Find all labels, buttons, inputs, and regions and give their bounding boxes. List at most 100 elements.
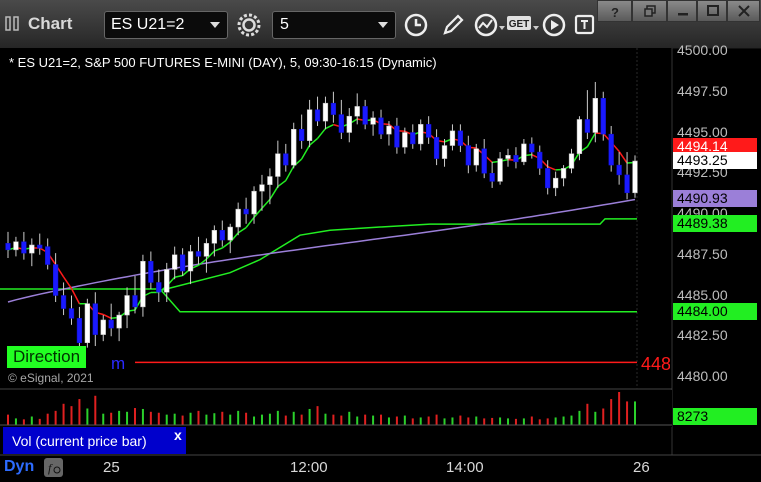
candle-up [236, 209, 241, 227]
fx-button[interactable]: f [44, 458, 63, 477]
candle-down [133, 296, 138, 307]
volume-bar [324, 414, 326, 425]
candle-up [474, 149, 479, 165]
volume-bar [285, 416, 287, 425]
time-template-button[interactable] [402, 10, 432, 40]
candle-down [545, 168, 550, 188]
volume-bar [523, 418, 525, 425]
candle-down [490, 173, 495, 181]
volume-bar [412, 418, 414, 425]
candle-down [625, 175, 630, 193]
candle-up [29, 245, 34, 253]
volume-bar [618, 392, 620, 425]
volume-bar [15, 418, 17, 425]
volume-bar [78, 399, 80, 425]
interval-input[interactable]: 5 [272, 11, 396, 39]
candle-up [204, 243, 209, 256]
volume-bar [594, 412, 596, 425]
direction-suffix: m [111, 354, 125, 374]
volume-bar [166, 415, 168, 425]
close-button[interactable] [727, 0, 760, 22]
volume-bar [126, 412, 128, 425]
volume-bar [483, 418, 485, 425]
symbol-dropdown-icon[interactable] [210, 22, 220, 28]
volume-bar [555, 417, 557, 425]
volume-bar [563, 417, 565, 425]
candle-down [299, 129, 304, 140]
pin-icon[interactable] [4, 16, 24, 32]
candle-up [402, 133, 407, 148]
candle-up [188, 251, 193, 271]
get-data-button[interactable]: GET [506, 10, 540, 40]
restore-button[interactable] [632, 0, 667, 22]
candle-up [577, 119, 582, 153]
volume-bar [245, 413, 247, 425]
volume-bar [610, 399, 612, 425]
symbol-value: ES U21=2 [111, 16, 184, 34]
candle-down [93, 304, 98, 335]
volume-bar [475, 417, 477, 425]
volume-bar [7, 415, 9, 425]
volume-bar [444, 418, 446, 425]
candle-down [6, 243, 11, 250]
minimize-button[interactable] [667, 0, 697, 22]
minimize-icon [677, 5, 689, 17]
candle-up [14, 242, 19, 250]
volume-bar [547, 418, 549, 425]
legend-close-icon[interactable]: x [174, 427, 182, 443]
candle-down [585, 119, 590, 132]
candle-up [172, 255, 177, 270]
candle-down [315, 110, 320, 121]
candle-up [569, 154, 574, 169]
studies-chart-icon [472, 10, 506, 40]
candle-down [77, 318, 82, 342]
volume-bar [277, 411, 279, 425]
price-axis-label: 4487.50 [677, 246, 728, 262]
price-chart[interactable] [0, 48, 761, 481]
candle-down [537, 152, 542, 168]
volume-bar [86, 409, 88, 426]
candle-down [21, 242, 26, 253]
candle-up [553, 178, 558, 188]
price-tag: 4489.38 [673, 215, 757, 232]
interval-dropdown-icon[interactable] [378, 22, 388, 28]
draw-tools-button[interactable] [438, 10, 468, 40]
help-button[interactable]: ? [597, 0, 632, 22]
studies-button[interactable] [472, 10, 502, 40]
volume-bar [261, 415, 263, 425]
candle-down [156, 282, 161, 292]
clock-icon [402, 10, 432, 40]
price-axis-label: 4497.50 [677, 83, 728, 99]
volume-bar [134, 408, 136, 425]
settings-button[interactable] [234, 10, 264, 40]
volume-value-tag: 8273 [673, 408, 757, 425]
symbol-input[interactable]: ES U21=2 [104, 11, 228, 39]
candle-down [37, 245, 42, 248]
replay-button[interactable] [540, 10, 570, 40]
candle-up [633, 161, 638, 193]
candle-up [125, 296, 130, 316]
pencil-icon [438, 10, 468, 40]
candle-up [291, 129, 296, 165]
time-label-day-26: 26 [633, 459, 650, 476]
svg-text:?: ? [611, 5, 619, 19]
price-tag: 4493.25 [673, 152, 757, 169]
candle-down [529, 144, 534, 152]
volume-bar [221, 412, 223, 425]
candle-down [434, 137, 439, 158]
candle-down [196, 251, 201, 256]
candle-up [117, 315, 122, 328]
volume-legend[interactable]: Vol (current price bar) x [3, 427, 186, 454]
candle-up [450, 131, 455, 146]
price-axis-label: 4500.00 [677, 42, 728, 58]
volume-bar [237, 411, 239, 425]
volume-bar [70, 406, 72, 425]
time-label-day-25: 25 [103, 459, 120, 476]
candle-down [69, 309, 74, 319]
maximize-button[interactable] [697, 0, 727, 22]
volume-bar [491, 418, 493, 425]
volume-bar [372, 416, 374, 425]
volume-bar [110, 413, 112, 425]
volume-bar [197, 411, 199, 425]
volume-bar [317, 406, 319, 425]
